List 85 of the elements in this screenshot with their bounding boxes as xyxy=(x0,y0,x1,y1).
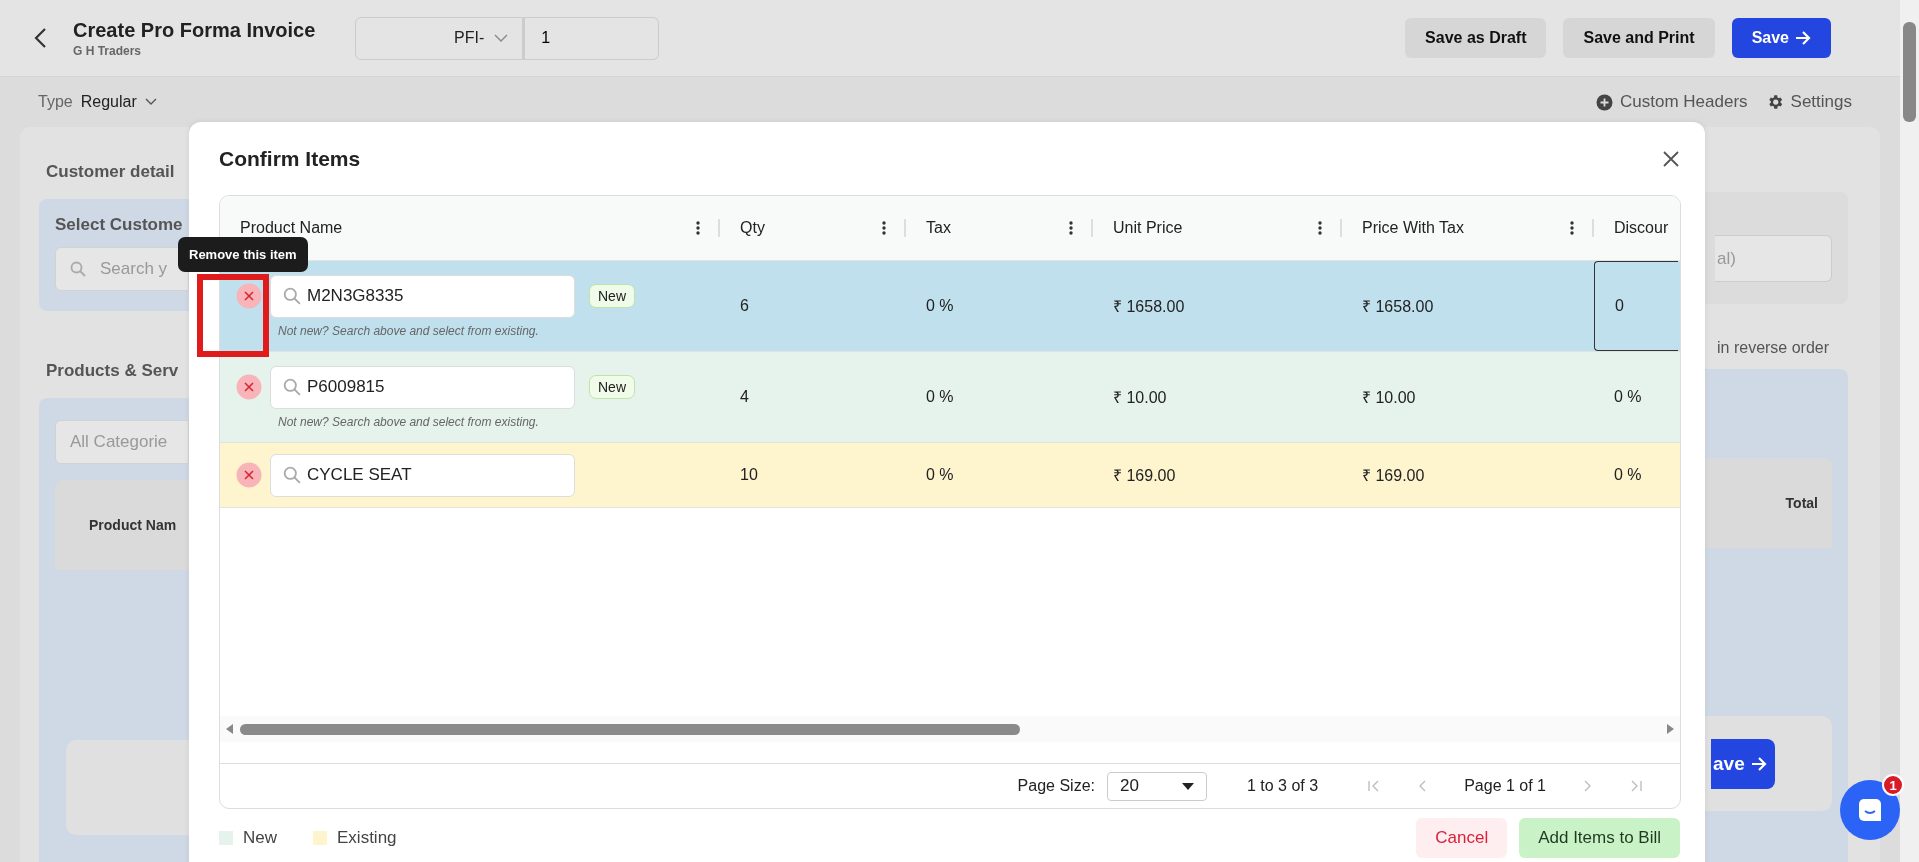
field-label: Select Custome xyxy=(55,215,184,235)
table-cell-text: 0 % xyxy=(1614,466,1643,484)
notification-badge: 1 xyxy=(1882,774,1904,796)
page-indicator: Page 1 of 1 xyxy=(1464,777,1546,795)
product-search-field[interactable]: P6009815 xyxy=(270,365,575,409)
plus-circle-icon xyxy=(1596,93,1613,111)
column-header: Product Nam xyxy=(89,517,177,533)
new-badge: New xyxy=(589,375,635,399)
search-icon xyxy=(283,378,301,396)
page-size-dropdown[interactable]: 20 xyxy=(1107,771,1207,801)
column-menu-icon[interactable] xyxy=(1318,221,1322,235)
table-cell-text: ₹ 169.00 xyxy=(1362,466,1426,486)
chevron-down-icon xyxy=(144,98,157,106)
search-icon xyxy=(283,287,301,305)
product-search-field[interactable]: M2N3G8335 xyxy=(270,274,575,318)
table-cell-text: ₹ 1658.00 xyxy=(1113,297,1186,317)
remove-icon[interactable] xyxy=(236,374,262,400)
column-header[interactable]: Qty xyxy=(740,219,882,237)
caret-icon xyxy=(1182,782,1194,790)
column-header[interactable]: Unit Price xyxy=(1113,219,1318,237)
table-cell-text: ₹ 1658.00 xyxy=(1362,297,1435,317)
tooltip: Remove this item xyxy=(178,237,308,272)
header-button[interactable]: Save as Draft xyxy=(1405,18,1547,58)
custom-headers-link[interactable]: Custom Headers xyxy=(1596,92,1748,112)
settings-link[interactable]: Settings xyxy=(1765,92,1852,112)
header-button[interactable]: Save and Print xyxy=(1563,18,1715,58)
save-button[interactable]: ave xyxy=(1711,738,1775,789)
section-heading: Products & Serv xyxy=(46,361,180,381)
row-range: 1 to 3 of 3 xyxy=(1247,777,1319,795)
column-header[interactable]: Discour xyxy=(1614,219,1678,237)
section-heading: Customer detail xyxy=(46,162,176,182)
table-cell-text: 0 % xyxy=(926,297,955,315)
hint-text: Not new? Search above and select from existing. xyxy=(278,323,540,338)
column-header[interactable]: Product Name xyxy=(240,219,696,237)
table-cell-text: 10 xyxy=(740,466,759,484)
table-cell-text: 0 % xyxy=(926,388,955,406)
chevron-down-icon xyxy=(494,34,509,42)
horizontal-scrollbar[interactable] xyxy=(220,716,1680,742)
chat-icon xyxy=(1857,797,1883,823)
scroll-right-icon[interactable] xyxy=(1666,724,1674,734)
add-items-button[interactable]: Add Items to Bill xyxy=(1519,818,1680,858)
sort-option-text: in reverse order xyxy=(1716,339,1831,357)
save-button[interactable]: Save xyxy=(1731,18,1831,58)
page-size-label: Page Size: xyxy=(1017,777,1095,795)
hint-text: Not new? Search above and select from existing. xyxy=(278,414,540,429)
cancel-button[interactable]: Cancel xyxy=(1416,818,1508,858)
column-menu-icon[interactable] xyxy=(1570,221,1574,235)
remove-icon[interactable] xyxy=(236,283,262,309)
discount-input[interactable]: 0 xyxy=(1594,261,1678,351)
arrow-right-icon xyxy=(1750,756,1767,771)
close-icon[interactable] xyxy=(1662,149,1680,168)
page-scrollbar[interactable] xyxy=(1900,0,1919,862)
table-cell-text: 0 % xyxy=(1614,388,1643,406)
legend-label: New xyxy=(243,828,277,848)
search-icon xyxy=(70,261,86,277)
table-cell-text: ₹ 169.00 xyxy=(1113,466,1177,486)
column-menu-icon[interactable] xyxy=(1069,221,1073,235)
column-header[interactable]: Tax xyxy=(926,219,1069,237)
table-cell-text: ₹ 10.00 xyxy=(1362,388,1417,408)
table-row[interactable]: P6009815 New Not new? Search above and select from existing. 4 0 % ₹ 10.00 ₹ 10.00 0 % xyxy=(220,352,1680,443)
column-header: Total xyxy=(1785,495,1818,511)
type-label: Type xyxy=(38,93,73,111)
page-title: Create Pro Forma Invoice xyxy=(73,18,316,42)
dialog-title: Confirm Items xyxy=(219,146,361,171)
column-menu-icon[interactable] xyxy=(696,221,700,235)
table-cell-text: 4 xyxy=(740,388,750,406)
scroll-left-icon[interactable] xyxy=(226,724,234,734)
table-cell-text: 6 xyxy=(740,297,750,315)
search-icon xyxy=(283,466,301,484)
table-cell-text: ₹ 10.00 xyxy=(1113,388,1168,408)
prefix-dropdown[interactable]: PFI- xyxy=(355,16,524,60)
column-header[interactable]: Price With Tax xyxy=(1362,219,1570,237)
table-cell-text: 0 % xyxy=(926,466,955,484)
table-row[interactable]: CYCLE SEAT 10 0 % ₹ 169.00 ₹ 169.00 0 % xyxy=(220,443,1680,508)
invoice-number-field[interactable]: 1 xyxy=(523,16,660,60)
company-name: G H Traders xyxy=(73,43,143,58)
column-menu-icon[interactable] xyxy=(882,221,886,235)
table-row[interactable]: M2N3G8335 New Not new? Search above and select from existing. 6 0 % ₹ 1658.00 ₹ 1658.00 0 xyxy=(220,261,1680,352)
type-dropdown[interactable]: Regular xyxy=(80,93,157,111)
new-badge: New xyxy=(589,284,635,308)
legend-label: Existing xyxy=(337,828,397,848)
product-search-field[interactable]: CYCLE SEAT xyxy=(270,453,575,497)
arrow-right-icon xyxy=(1795,31,1811,45)
back-icon[interactable] xyxy=(33,27,47,49)
remove-icon[interactable] xyxy=(236,462,262,488)
